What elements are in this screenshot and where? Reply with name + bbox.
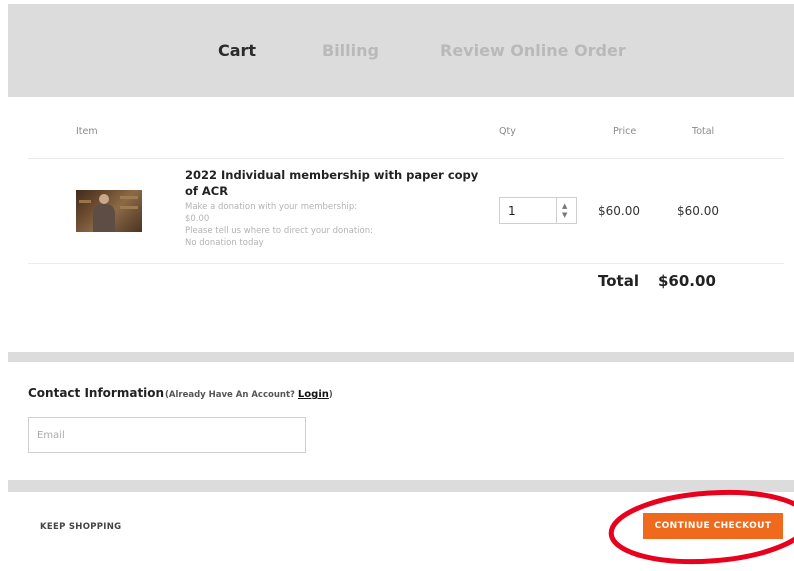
- contact-information-heading: Contact Information: [28, 386, 165, 400]
- product-thumbnail[interactable]: [76, 190, 142, 232]
- column-header-item: Item: [76, 126, 98, 137]
- donation-direction-label: Please tell us where to direct your dona…: [185, 226, 373, 236]
- donation-amount: $0.00: [185, 214, 210, 224]
- unit-price: $60.00: [598, 204, 640, 218]
- product-title[interactable]: 2022 Individual membership with paper co…: [185, 167, 485, 199]
- column-header-price: Price: [613, 126, 637, 137]
- column-header-qty: Qty: [499, 126, 516, 137]
- step-billing[interactable]: Billing: [322, 41, 379, 60]
- line-total: $60.00: [677, 204, 719, 218]
- donation-direction-value: No donation today: [185, 238, 264, 248]
- stepper-divider: [556, 198, 557, 223]
- column-header-total: Total: [692, 126, 715, 137]
- step-cart[interactable]: Cart: [218, 41, 256, 60]
- quantity-value[interactable]: 1: [508, 204, 516, 218]
- order-total-value: $60.00: [658, 272, 716, 290]
- email-field[interactable]: [28, 417, 306, 453]
- account-prompt-close: ): [328, 390, 333, 400]
- donation-label: Make a donation with your membership:: [185, 202, 358, 212]
- login-link[interactable]: Login: [298, 389, 329, 400]
- checkout-steps: Cart Billing Review Online Order: [8, 4, 794, 97]
- section-divider: [8, 352, 794, 362]
- divider: [28, 263, 784, 264]
- quantity-stepper[interactable]: 1 ▲ ▼: [499, 197, 577, 224]
- account-prompt-text: (Already Have An Account?: [165, 390, 298, 400]
- step-review-online-order[interactable]: Review Online Order: [440, 41, 626, 60]
- chevron-up-icon[interactable]: ▲: [562, 202, 567, 210]
- chevron-down-icon[interactable]: ▼: [562, 211, 567, 219]
- account-prompt: (Already Have An Account? Login): [165, 389, 333, 400]
- order-total-label: Total: [598, 272, 639, 290]
- divider: [28, 158, 784, 159]
- keep-shopping-link[interactable]: KEEP SHOPPING: [40, 522, 121, 532]
- annotation-circle: [608, 489, 794, 565]
